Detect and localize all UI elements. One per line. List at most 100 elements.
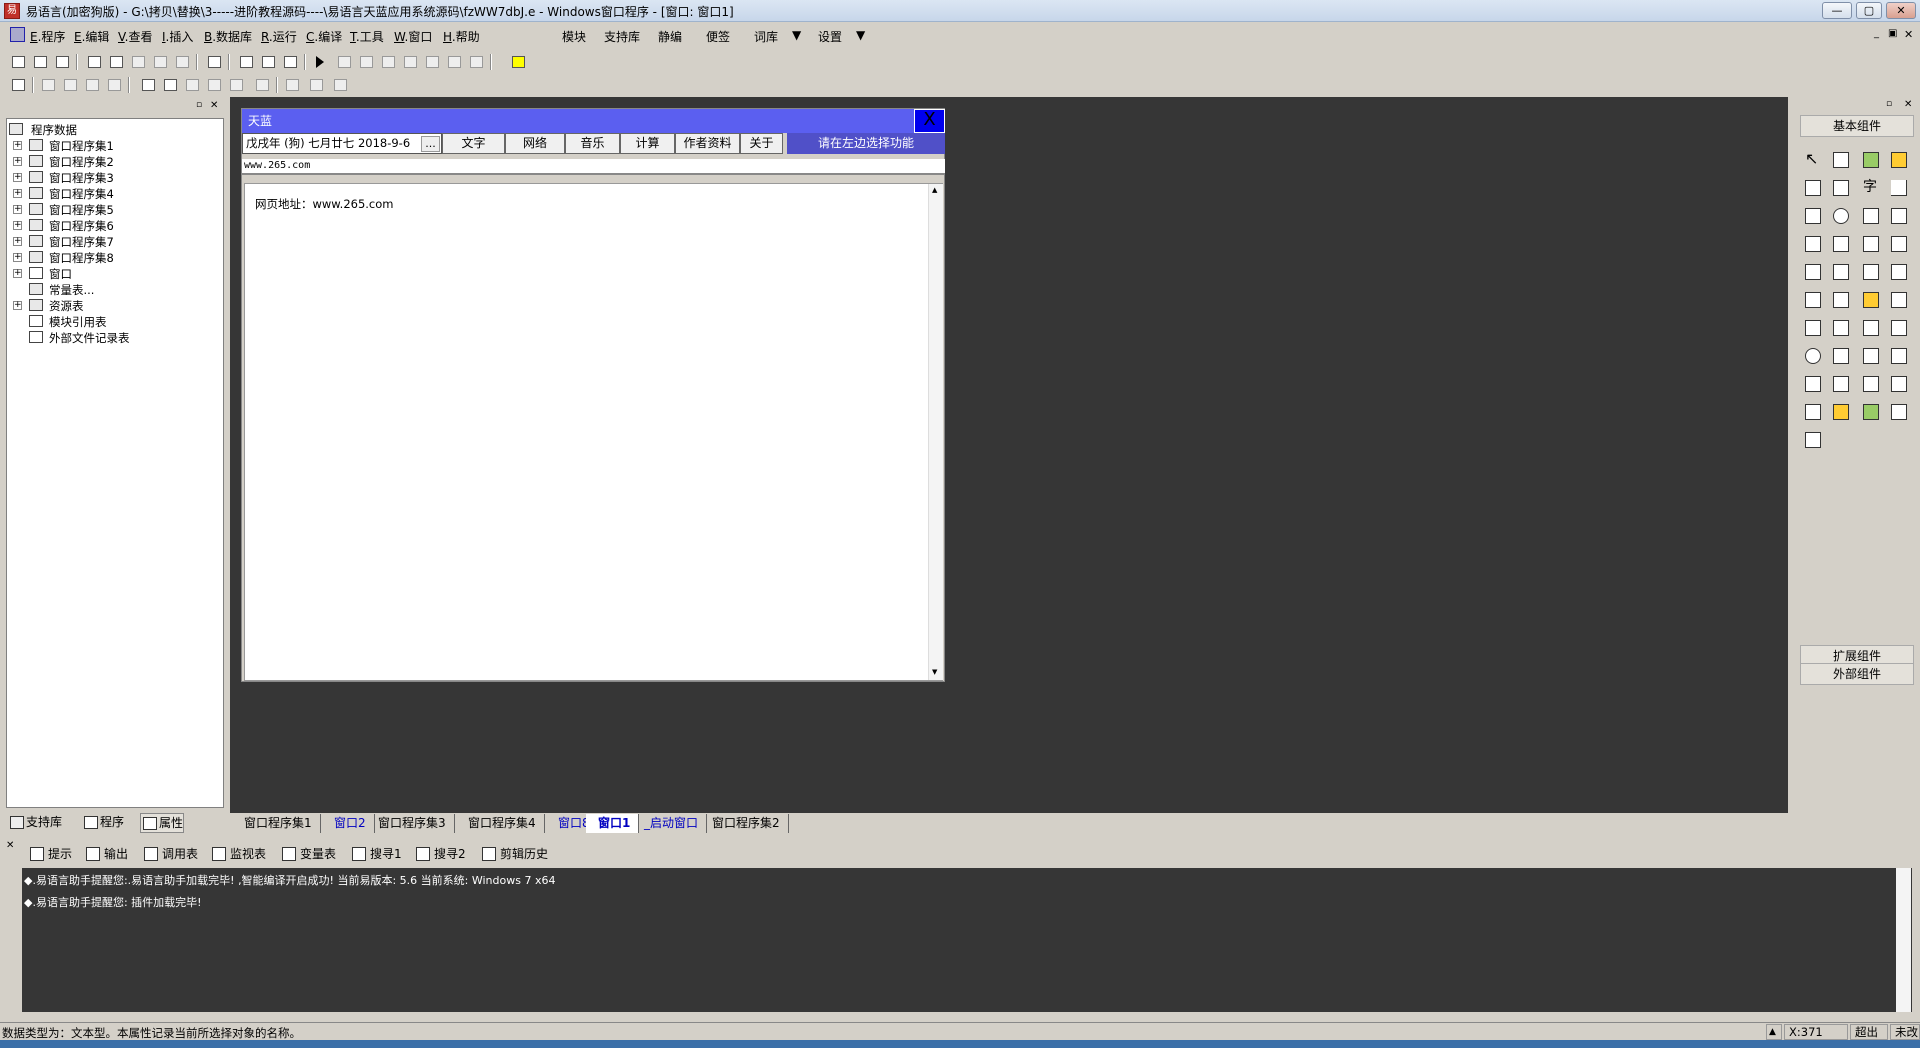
menu-edit[interactable]: E.编辑 [74, 28, 109, 45]
minimize-button[interactable]: — [1822, 2, 1852, 19]
find-icon[interactable] [204, 53, 224, 71]
menu-insert[interactable]: I.插入 [162, 28, 193, 45]
pointer-icon[interactable]: ↖ [1802, 149, 1824, 171]
expand-icon[interactable]: + [13, 253, 22, 262]
lexicon-dropdown-icon[interactable]: ▼ [792, 28, 801, 42]
vscroll-component-icon[interactable] [1860, 233, 1882, 255]
layout1-icon[interactable] [236, 53, 256, 71]
tab-search1[interactable]: 搜寻1 [350, 844, 402, 864]
hotkey-component-icon[interactable] [1830, 317, 1852, 339]
network2-component-icon[interactable] [1888, 345, 1910, 367]
date-picker[interactable]: 戊戌年 (狗) 七月廿七 2018-9-6 ... [242, 133, 442, 154]
doc-tab[interactable]: 窗口程序集4 [456, 814, 545, 833]
grid-icon[interactable] [8, 76, 28, 94]
size-h-icon[interactable] [306, 76, 326, 94]
debug3-icon[interactable] [400, 53, 420, 71]
odbc-component-icon[interactable] [1888, 401, 1910, 423]
tab-output[interactable]: 输出 [84, 844, 128, 864]
menu-database[interactable]: B.数据库 [204, 28, 252, 45]
dataprovider-component-icon[interactable] [1802, 401, 1824, 423]
expand-icon[interactable]: + [13, 221, 22, 230]
checkbox-component-icon[interactable] [1802, 205, 1824, 227]
output-scrollbar[interactable] [1896, 868, 1911, 1012]
text-component-icon[interactable]: 字 [1860, 177, 1882, 199]
center-v-icon[interactable] [160, 76, 180, 94]
menu-window[interactable]: W.窗口 [394, 28, 432, 45]
database-component-icon[interactable] [1830, 401, 1852, 423]
form-window[interactable]: 天蓝 X 戊戌年 (狗) 七月廿七 2018-9-6 ... 文字 网络 音乐 … [241, 108, 945, 682]
new-file-icon[interactable] [8, 53, 28, 71]
colorpicker-component-icon[interactable] [1802, 317, 1824, 339]
drivebox-component-icon[interactable] [1830, 289, 1852, 311]
menu-lexicon[interactable]: 词库 [754, 28, 778, 45]
copy-icon[interactable] [106, 53, 126, 71]
align-top-icon[interactable] [104, 76, 124, 94]
menu-tools[interactable]: T.工具 [350, 28, 384, 45]
menu-run[interactable]: R.运行 [261, 28, 297, 45]
shape-component-icon[interactable] [1888, 149, 1910, 171]
space1-icon[interactable] [182, 76, 202, 94]
text-button[interactable]: 文字 [442, 133, 505, 154]
label-component-icon[interactable] [1830, 149, 1852, 171]
panel-pin-icon[interactable]: ▫ [1886, 99, 1892, 109]
stop-icon[interactable] [334, 53, 354, 71]
tab-search2[interactable]: 搜寻2 [414, 844, 466, 864]
center-h-icon[interactable] [138, 76, 158, 94]
menu-notes[interactable]: 便签 [706, 28, 730, 45]
about-button[interactable]: 关于 [740, 133, 783, 154]
odbc2-component-icon[interactable] [1802, 429, 1824, 451]
chart-component-icon[interactable] [1860, 401, 1882, 423]
group-component-icon[interactable] [1830, 177, 1852, 199]
tab-program[interactable]: 程序 [82, 813, 124, 833]
expand-icon[interactable]: + [13, 141, 22, 150]
doc-tab[interactable]: 窗口程序集2 [700, 814, 789, 833]
menu-program[interactable]: E.程序 [30, 28, 65, 45]
doc-tab[interactable]: _启动窗口 [632, 814, 708, 833]
printer-component-icon[interactable] [1830, 345, 1852, 367]
mdi-close-icon[interactable]: ✕ [1904, 28, 1913, 41]
tab-clip-history[interactable]: 剪辑历史 [480, 844, 548, 864]
radio-component-icon[interactable] [1830, 205, 1852, 227]
menu-support-lib[interactable]: 支持库 [604, 28, 640, 45]
network3-component-icon[interactable] [1802, 373, 1824, 395]
camera-component-icon[interactable] [1888, 261, 1910, 283]
progress-component-icon[interactable] [1888, 233, 1910, 255]
author-info-button[interactable]: 作者资料 [675, 133, 740, 154]
hand-icon[interactable] [466, 53, 486, 71]
dirbox-component-icon[interactable] [1860, 289, 1882, 311]
network-button[interactable]: 网络 [505, 133, 565, 154]
menu-compile[interactable]: C.编译 [306, 28, 342, 45]
spin-component-icon[interactable] [1860, 261, 1882, 283]
network1-component-icon[interactable] [1860, 345, 1882, 367]
align-center-icon[interactable] [60, 76, 80, 94]
output-close-icon[interactable]: ✕ [6, 840, 14, 851]
size-w-icon[interactable] [282, 76, 302, 94]
debug5-icon[interactable] [444, 53, 464, 71]
expand-icon[interactable]: + [13, 157, 22, 166]
calendar-component-icon[interactable] [1802, 289, 1824, 311]
cut-icon[interactable] [84, 53, 104, 71]
tab-call-table[interactable]: 调用表 [142, 844, 198, 864]
maximize-button[interactable]: ▢ [1856, 2, 1882, 19]
frame-component-icon[interactable] [1860, 373, 1882, 395]
output-log[interactable]: ◆.易语言助手提醒您:.易语言助手加载完毕! ,智能编译开启成功! 当前易版本:… [22, 868, 1912, 1012]
outline-component-icon[interactable] [1888, 373, 1910, 395]
expand-icon[interactable]: + [13, 173, 22, 182]
form-close-button[interactable]: X [914, 109, 945, 133]
menu-module[interactable]: 模块 [562, 28, 586, 45]
edit-component-icon[interactable] [1802, 177, 1824, 199]
line-component-icon[interactable] [1888, 177, 1910, 199]
listbox-component-icon[interactable] [1888, 205, 1910, 227]
doc-tab[interactable]: 窗口程序集3 [366, 814, 455, 833]
table-component-icon[interactable] [1888, 317, 1910, 339]
redo-icon[interactable] [172, 53, 192, 71]
save-icon[interactable] [52, 53, 72, 71]
web-browser[interactable]: 网页地址：www.265.com ▲ ▼ [244, 183, 943, 681]
close-button[interactable]: ✕ [1886, 2, 1916, 19]
layout3-icon[interactable] [280, 53, 300, 71]
assistant-icon[interactable] [508, 53, 528, 71]
mdi-minimize-icon[interactable]: _ [1874, 28, 1879, 39]
hscroll-component-icon[interactable] [1830, 233, 1852, 255]
menu-settings[interactable]: 设置 [818, 28, 842, 45]
debug2-icon[interactable] [378, 53, 398, 71]
